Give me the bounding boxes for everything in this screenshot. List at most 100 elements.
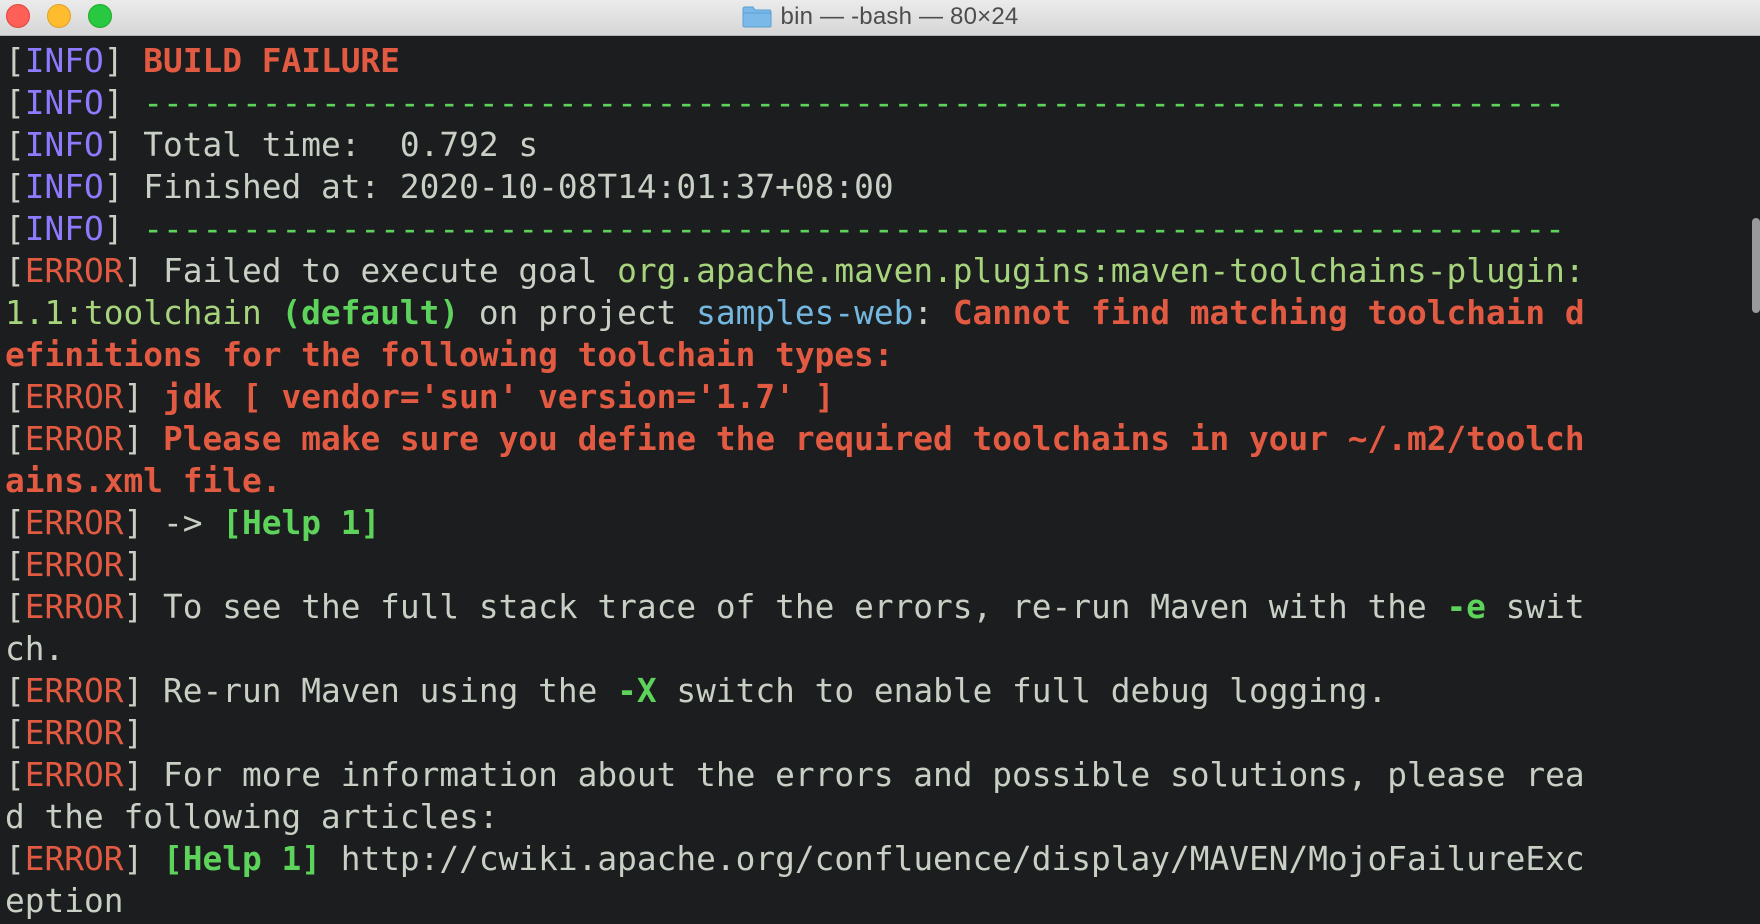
terminal-line: efinitions for the following toolchain t… — [5, 334, 1760, 376]
error-message: ch. — [5, 630, 65, 668]
separator-line: ----------------------------------------… — [143, 84, 1565, 122]
terminal-line: [ERROR] jdk [ vendor='sun' version='1.7'… — [5, 376, 1760, 418]
terminal-line: [INFO] Total time: 0.792 s — [5, 124, 1760, 166]
error-detail: jdk [ vendor='sun' version='1.7' ] — [162, 378, 835, 416]
error-detail: Cannot find matching toolchain d — [952, 294, 1585, 332]
error-message: For more information about the errors an… — [162, 756, 1585, 794]
bracket-close: ] — [123, 378, 163, 416]
switch-flag: -X — [617, 672, 657, 710]
bracket-open: [ — [5, 252, 25, 290]
error-tag: ERROR — [24, 420, 124, 458]
bracket-close: ] — [103, 210, 144, 248]
error-message: swit — [1485, 588, 1585, 626]
terminal-line: [ERROR] For more information about the e… — [5, 754, 1760, 796]
terminal-line: ch. — [5, 628, 1760, 670]
bracket-close: ] — [123, 588, 163, 626]
bracket-open: [ — [5, 210, 25, 248]
terminal-line: 1.1:toolchain (default) on project sampl… — [5, 292, 1760, 334]
terminal-line: [ERROR] — [5, 712, 1760, 754]
error-detail: ains.xml file. — [5, 462, 282, 500]
bracket-open: [ — [5, 126, 25, 164]
bracket-open: [ — [5, 588, 25, 626]
info-tag: INFO — [24, 42, 104, 80]
error-tag: ERROR — [24, 672, 124, 710]
bracket-close: ] — [123, 546, 144, 584]
bracket-open: [ — [5, 672, 25, 710]
help-reference: [Help 1] — [162, 840, 321, 878]
help-url[interactable]: eption — [5, 882, 123, 920]
arrow-text: -> — [162, 504, 223, 542]
scrollbar-thumb[interactable] — [1752, 218, 1760, 313]
terminal-line: [ERROR] Re-run Maven using the -X switch… — [5, 670, 1760, 712]
terminal-line: d the following articles: — [5, 796, 1760, 838]
plugin-goal: 1.1:toolchain — [5, 294, 282, 332]
separator-line: ----------------------------------------… — [143, 210, 1565, 248]
error-tag: ERROR — [24, 546, 124, 584]
window-title: bin — -bash — 80×24 — [780, 3, 1019, 30]
terminal-output[interactable]: [INFO] BUILD FAILURE [INFO] ------------… — [0, 36, 1760, 924]
error-message: : — [913, 294, 953, 332]
bracket-close: ] — [123, 420, 163, 458]
error-tag: ERROR — [24, 378, 124, 416]
terminal-line: ains.xml file. — [5, 460, 1760, 502]
title-bar[interactable]: bin — -bash — 80×24 — [0, 0, 1760, 36]
terminal-line: [INFO] ---------------------------------… — [5, 208, 1760, 250]
terminal-line: [ERROR] Please make sure you define the … — [5, 418, 1760, 460]
bracket-open: [ — [5, 378, 25, 416]
bracket-open: [ — [5, 84, 25, 122]
error-message: Failed to execute goal — [162, 252, 618, 290]
terminal-line: [INFO] BUILD FAILURE — [5, 40, 1760, 82]
error-tag: ERROR — [24, 588, 124, 626]
bracket-open: [ — [5, 840, 25, 878]
error-message: To see the full stack trace of the error… — [162, 588, 1447, 626]
terminal-line: [INFO] Finished at: 2020-10-08T14:01:37+… — [5, 166, 1760, 208]
bracket-close: ] — [103, 42, 144, 80]
terminal-line: [ERROR] -> [Help 1] — [5, 502, 1760, 544]
bracket-open: [ — [5, 546, 25, 584]
finished-at-text: Finished at: 2020-10-08T14:01:37+08:00 — [143, 168, 894, 206]
info-tag: INFO — [24, 168, 104, 206]
execution-id: (default) — [281, 294, 460, 332]
bracket-close: ] — [103, 84, 144, 122]
total-time-text: Total time: 0.792 s — [143, 126, 539, 164]
error-detail: Please make sure you define the required… — [162, 420, 1585, 458]
terminal-line: eption — [5, 880, 1760, 922]
bracket-close: ] — [103, 126, 144, 164]
terminal-line: [ERROR] — [5, 544, 1760, 586]
terminal-line: [INFO] ---------------------------------… — [5, 82, 1760, 124]
error-tag: ERROR — [24, 504, 124, 542]
terminal-line: [ERROR] To see the full stack trace of t… — [5, 586, 1760, 628]
bracket-close: ] — [123, 504, 163, 542]
terminal-line: [ERROR] [Help 1] http://cwiki.apache.org… — [5, 838, 1760, 880]
bracket-open: [ — [5, 420, 25, 458]
terminal-line: [ERROR] Failed to execute goal org.apach… — [5, 250, 1760, 292]
error-message: d the following articles: — [5, 798, 499, 836]
error-tag: ERROR — [24, 840, 124, 878]
error-message: switch to enable full debug logging. — [656, 672, 1388, 710]
bracket-close: ] — [103, 168, 144, 206]
error-tag: ERROR — [24, 714, 124, 752]
terminal-window: bin — -bash — 80×24 [INFO] BUILD FAILURE… — [0, 0, 1760, 924]
bracket-close: ] — [123, 672, 163, 710]
plugin-name: org.apache.maven.plugins:maven-toolchain… — [617, 252, 1585, 290]
error-tag: ERROR — [24, 756, 124, 794]
bracket-close: ] — [123, 252, 163, 290]
terminal-lines: [INFO] BUILD FAILURE [INFO] ------------… — [5, 40, 1760, 922]
project-name: samples-web — [696, 294, 914, 332]
bracket-close: ] — [123, 756, 163, 794]
bracket-close: ] — [123, 714, 144, 752]
switch-flag: -e — [1446, 588, 1486, 626]
help-url[interactable]: http://cwiki.apache.org/confluence/displ… — [321, 840, 1585, 878]
info-tag: INFO — [24, 210, 104, 248]
error-tag: ERROR — [24, 252, 124, 290]
folder-icon — [742, 6, 772, 28]
bracket-open: [ — [5, 714, 25, 752]
bracket-close: ] — [123, 840, 163, 878]
build-failure-text: BUILD FAILURE — [143, 42, 400, 80]
error-detail: efinitions for the following toolchain t… — [5, 336, 894, 374]
error-message: on project — [459, 294, 697, 332]
error-message: Re-run Maven using the — [162, 672, 618, 710]
info-tag: INFO — [24, 126, 104, 164]
info-tag: INFO — [24, 84, 104, 122]
bracket-open: [ — [5, 42, 25, 80]
